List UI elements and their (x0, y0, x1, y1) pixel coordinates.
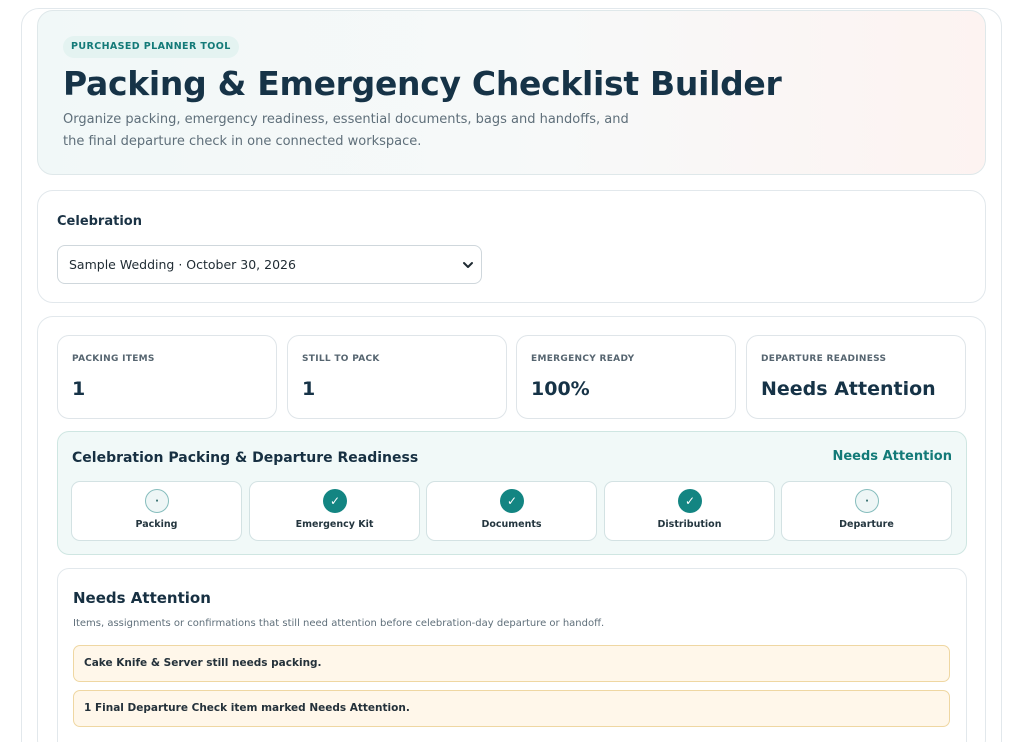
check-icon: ✓ (678, 489, 702, 513)
step-documents[interactable]: ✓ Documents (426, 481, 597, 541)
stat-value: 1 (302, 378, 316, 400)
page-subtitle: Organize packing, emergency readiness, e… (63, 112, 629, 149)
stat-emergency-ready: EMERGENCY READY 100% (516, 335, 736, 419)
stat-value: Needs Attention (761, 378, 936, 400)
stat-label: STILL TO PACK (302, 354, 380, 364)
step-departure[interactable]: · Departure (781, 481, 952, 541)
stat-label: EMERGENCY READY (531, 354, 635, 364)
dot-icon: · (855, 489, 879, 513)
needs-attention-panel: Needs Attention Items, assignments or co… (57, 568, 967, 742)
step-label: Departure (839, 519, 894, 530)
chevron-down-icon (463, 262, 473, 268)
stat-value: 100% (531, 378, 590, 400)
checklist-overview-card: PACKING ITEMS 1 STILL TO PACK 1 EMERGENC… (37, 316, 986, 742)
step-distribution[interactable]: ✓ Distribution (604, 481, 775, 541)
readiness-panel: Celebration Packing & Departure Readines… (57, 431, 967, 555)
hero-header: PURCHASED PLANNER TOOL Packing & Emergen… (37, 10, 986, 175)
tool-badge: PURCHASED PLANNER TOOL (63, 36, 239, 58)
attention-alert: 1 Final Departure Check item marked Need… (73, 690, 950, 727)
needs-attention-title: Needs Attention (73, 589, 211, 607)
celebration-label: Celebration (57, 214, 142, 229)
step-label: Packing (135, 519, 178, 530)
needs-attention-subtitle: Items, assignments or confirmations that… (73, 618, 605, 629)
step-label: Documents (481, 519, 542, 530)
step-packing[interactable]: · Packing (71, 481, 242, 541)
stat-label: DEPARTURE READINESS (761, 354, 887, 364)
attention-alert-text: Cake Knife & Server still needs packing. (84, 657, 322, 669)
attention-alert: Cake Knife & Server still needs packing. (73, 645, 950, 682)
stat-value: 1 (72, 378, 86, 400)
stat-packing-items: PACKING ITEMS 1 (57, 335, 277, 419)
check-icon: ✓ (323, 489, 347, 513)
celebration-select-value: Sample Wedding · October 30, 2026 (69, 257, 296, 272)
attention-alert-text: 1 Final Departure Check item marked Need… (84, 702, 410, 714)
celebration-select[interactable]: Sample Wedding · October 30, 2026 (57, 245, 482, 284)
step-emergency-kit[interactable]: ✓ Emergency Kit (249, 481, 420, 541)
page-title: Packing & Emergency Checklist Builder (63, 64, 782, 103)
stat-departure-readiness: DEPARTURE READINESS Needs Attention (746, 335, 966, 419)
dot-icon: · (145, 489, 169, 513)
stat-label: PACKING ITEMS (72, 354, 155, 364)
step-label: Emergency Kit (295, 519, 374, 530)
check-icon: ✓ (500, 489, 524, 513)
stat-still-to-pack: STILL TO PACK 1 (287, 335, 507, 419)
step-label: Distribution (657, 519, 722, 530)
readiness-status: Needs Attention (832, 449, 952, 464)
readiness-title: Celebration Packing & Departure Readines… (72, 450, 419, 466)
celebration-selector-card: Celebration Sample Wedding · October 30,… (37, 190, 986, 303)
